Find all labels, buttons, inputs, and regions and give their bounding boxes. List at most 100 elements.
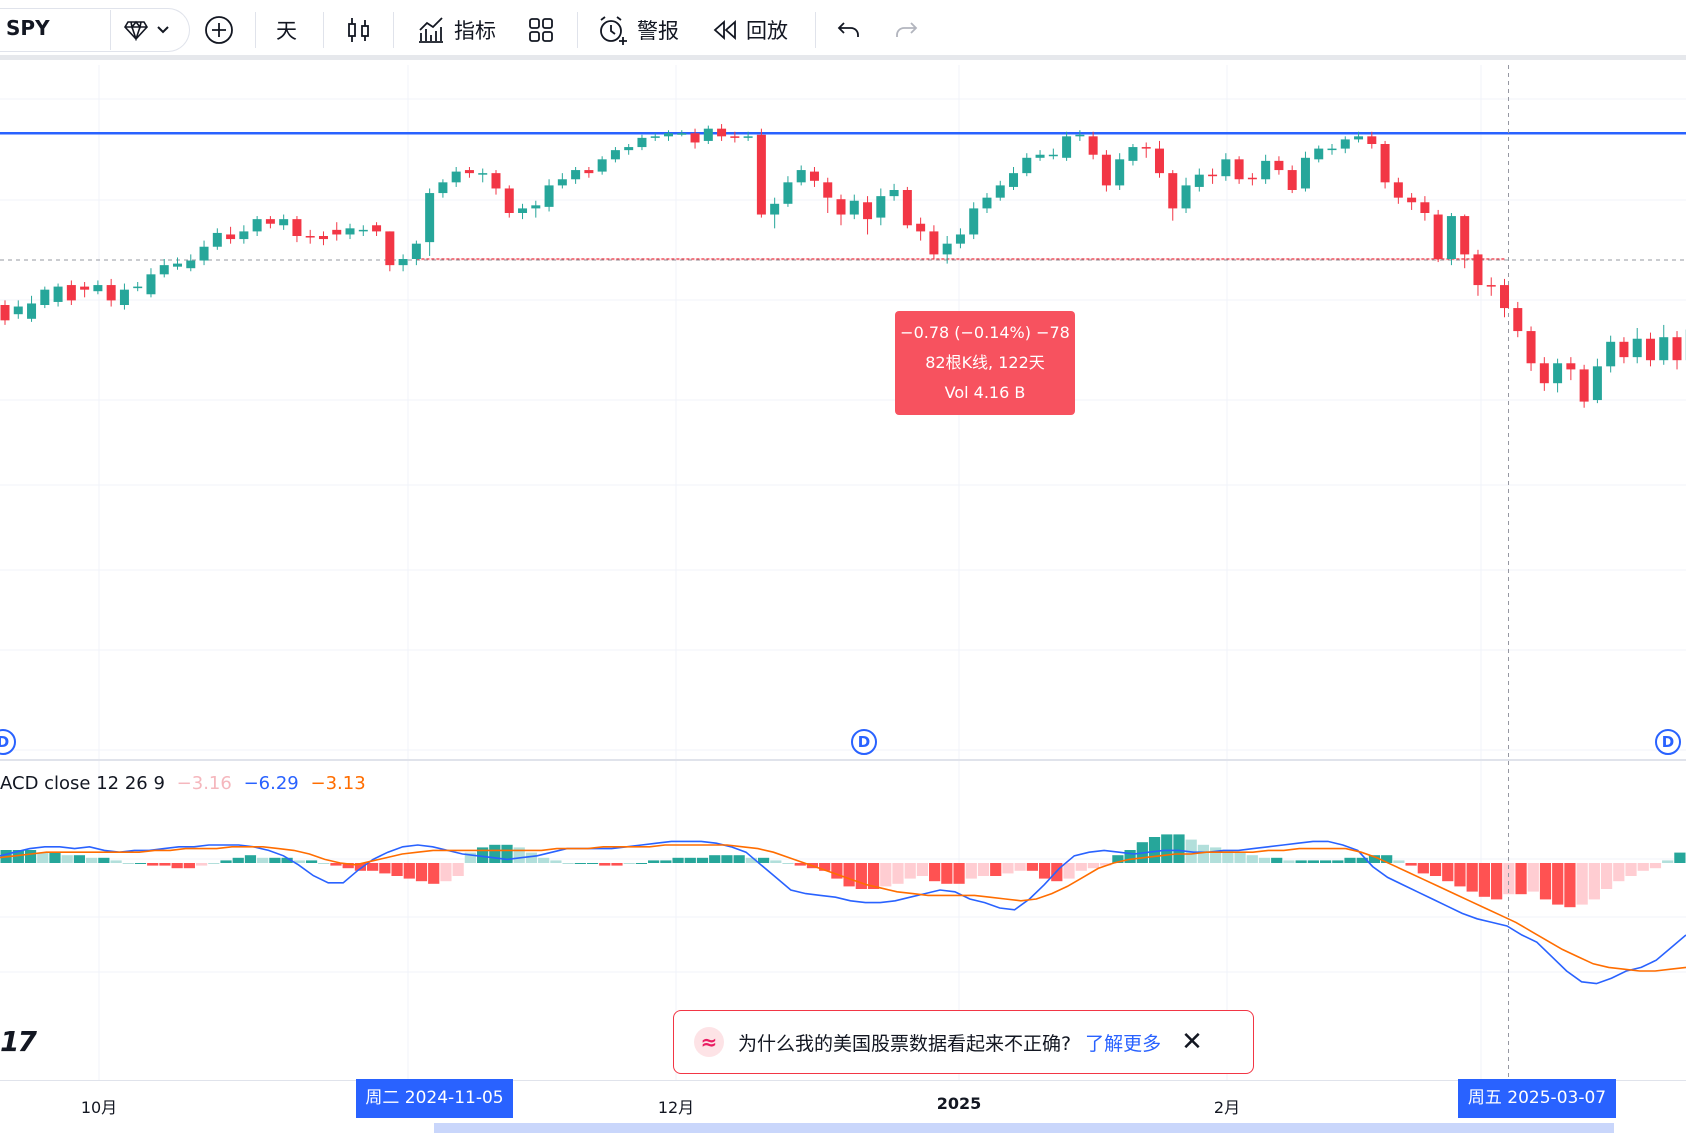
macd-hist-bar <box>1418 863 1429 873</box>
macd-hist-bar <box>624 863 635 864</box>
candle <box>1540 357 1549 391</box>
candle <box>412 241 421 266</box>
candle-body <box>213 233 222 247</box>
replay-button[interactable]: 回放 <box>712 8 788 52</box>
macd-hist-bar <box>98 858 109 863</box>
chart-pane[interactable]: D D D −0.78 (−0.14%) −78 82根K线, 122天 Vol… <box>0 65 1686 1137</box>
candle-body <box>1102 155 1111 186</box>
candle-body <box>611 150 620 159</box>
candle-body <box>876 196 885 217</box>
candle-body <box>186 261 195 269</box>
macd-hist-bar <box>1027 863 1038 871</box>
candle-body <box>1527 331 1536 363</box>
compare-symbol-button[interactable] <box>204 8 234 52</box>
candle-body <box>1646 339 1655 360</box>
candle-body <box>584 170 593 173</box>
macd-legend[interactable]: ACD close 12 26 9 −3.16 −6.29 −3.13 <box>0 773 372 794</box>
macd-hist-bar <box>672 858 683 863</box>
interval-button[interactable]: 天 <box>276 8 297 52</box>
time-marker-end[interactable]: 周五 2025-03-07 <box>1458 1079 1616 1118</box>
candlestick-series <box>1 124 1686 408</box>
dividend-badge[interactable]: D <box>1655 729 1681 755</box>
symbol-label[interactable]: SPY <box>6 16 50 40</box>
candle <box>1619 337 1628 363</box>
macd-hist-bar <box>978 863 989 876</box>
macd-hist-bar <box>1515 863 1526 894</box>
candle-body <box>664 133 673 136</box>
price-chart-canvas[interactable] <box>0 65 1686 1080</box>
time-axis[interactable]: 10月 12月 2025 2月 <box>0 1080 1686 1138</box>
candle <box>359 225 368 236</box>
candle-body <box>783 182 792 203</box>
macd-hist-bar <box>770 860 781 863</box>
candle <box>1527 326 1536 370</box>
learn-more-link[interactable]: 了解更多 <box>1085 1029 1161 1056</box>
candle-body <box>1381 144 1390 182</box>
macd-hist-bar <box>758 858 769 863</box>
macd-hist-bar <box>1442 863 1453 881</box>
candle <box>186 254 195 271</box>
macd-hist-bar <box>1430 863 1441 876</box>
macd-hist-bar <box>1088 863 1099 868</box>
macd-hist-bar <box>1002 863 1013 873</box>
candle <box>1261 155 1270 184</box>
candle-body <box>823 182 832 197</box>
macd-hist-bar <box>1332 860 1343 863</box>
candle-body <box>1195 175 1204 187</box>
macd-hist-bar <box>611 863 622 866</box>
candle-body <box>359 230 368 232</box>
undo-button[interactable] <box>836 8 862 52</box>
candle-body <box>1513 308 1522 331</box>
layout-templates-button[interactable] <box>527 8 555 52</box>
candle <box>54 284 63 307</box>
chart-type-button[interactable] <box>345 8 373 52</box>
alarm-clock-icon <box>597 14 629 46</box>
macd-hist-bar <box>1479 863 1490 897</box>
candle <box>465 167 474 178</box>
candle <box>691 129 700 149</box>
candle <box>1 300 10 325</box>
replay-label: 回放 <box>746 15 788 45</box>
candle-body <box>850 201 859 215</box>
candle <box>107 279 116 307</box>
toolbar-divider <box>255 12 256 48</box>
candle <box>916 218 925 241</box>
logo[interactable]: 17 <box>0 1025 35 1058</box>
macd-hist-bar <box>1015 863 1026 871</box>
candle-body <box>969 208 978 234</box>
time-tick: 10月 <box>81 1094 117 1118</box>
toolbar-divider <box>110 10 111 50</box>
candle-body <box>1301 158 1310 189</box>
close-icon[interactable]: ✕ <box>1181 1029 1203 1055</box>
candle-body <box>452 172 461 183</box>
candle <box>996 181 1005 201</box>
candle <box>146 268 155 297</box>
candle-body <box>133 287 142 289</box>
indicators-button[interactable]: 指标 <box>416 8 496 52</box>
macd-hist-bar <box>1564 863 1575 907</box>
candle-body <box>385 231 394 265</box>
candle-body <box>890 190 899 196</box>
candle-body <box>160 265 169 274</box>
redo-button[interactable] <box>893 8 919 52</box>
candle <box>1580 365 1589 408</box>
alert-button[interactable]: 警报 <box>597 8 679 52</box>
candle <box>1407 193 1416 210</box>
symbol-type-dropdown[interactable] <box>124 8 170 52</box>
candle-body <box>558 179 567 185</box>
candle <box>1633 328 1642 363</box>
time-tick: 12月 <box>658 1094 694 1118</box>
candle <box>1328 144 1337 155</box>
time-tick: 2025 <box>937 1094 982 1113</box>
dividend-badge[interactable]: D <box>851 729 877 755</box>
candle <box>969 202 978 239</box>
macd-hist-bar <box>1625 863 1636 876</box>
candle-body <box>306 236 315 238</box>
time-marker-start[interactable]: 周二 2024-11-05 <box>356 1079 513 1118</box>
candle <box>40 287 49 308</box>
macd-hist-bar <box>110 860 121 863</box>
macd-hist-bar <box>892 863 903 884</box>
candle <box>1513 302 1522 337</box>
candle-body <box>80 287 89 290</box>
macd-hist-bar <box>159 863 170 866</box>
